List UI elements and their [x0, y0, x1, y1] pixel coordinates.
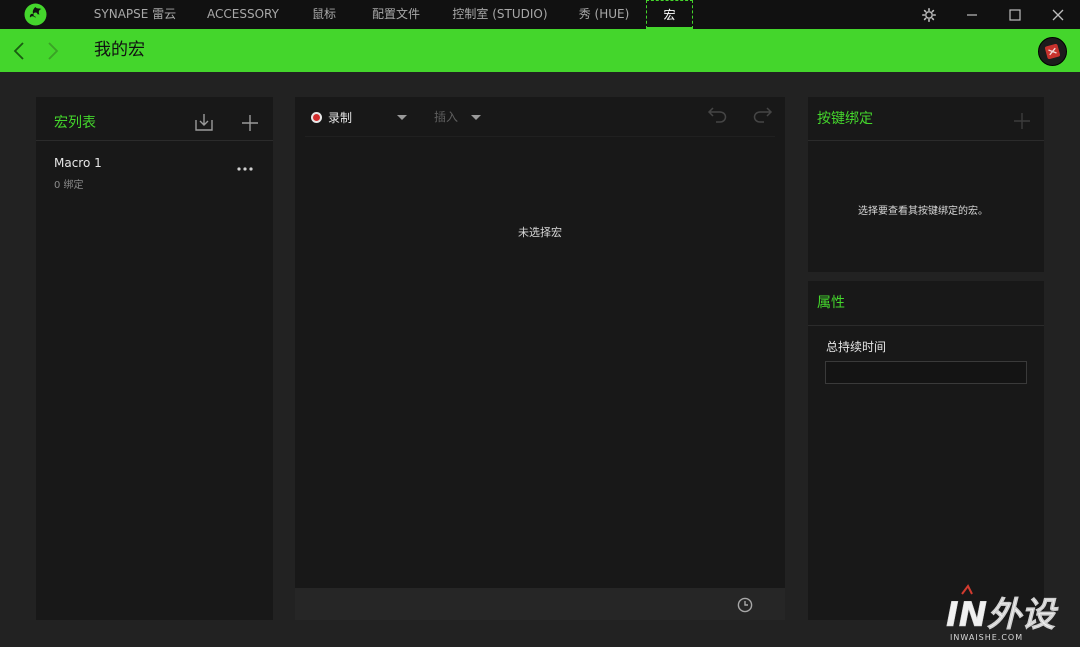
- forward-arrow-icon[interactable]: [40, 38, 66, 64]
- editor-toolbar: 录制 插入: [295, 97, 785, 137]
- key-binding-panel: 按键绑定 选择要查看其按键绑定的宏。: [808, 97, 1044, 272]
- page-title: 我的宏: [94, 40, 145, 60]
- title-bar: SYNAPSE 雷云 ACCESSORY 鼠标 配置文件 控制室 (STUDIO…: [0, 0, 1080, 29]
- tab-profiles[interactable]: 配置文件: [360, 0, 432, 29]
- tab-macro[interactable]: 宏: [646, 0, 693, 29]
- tab-synapse[interactable]: SYNAPSE 雷云: [82, 0, 188, 29]
- macro-list-title: 宏列表: [54, 115, 96, 131]
- insert-dropdown-icon[interactable]: [471, 115, 481, 120]
- macro-list-divider: [36, 140, 273, 141]
- svg-text:INWAISHE.COM: INWAISHE.COM: [950, 633, 1023, 642]
- record-label: 录制: [328, 110, 353, 125]
- user-avatar-icon: [1044, 43, 1061, 60]
- macro-item-name: Macro 1: [54, 156, 102, 170]
- macro-editor-panel: 录制 插入 未选择宏: [295, 97, 785, 588]
- editor-footer: [295, 588, 785, 620]
- no-macro-selected-text: 未选择宏: [518, 226, 562, 239]
- svg-text:IN外设: IN外设: [946, 595, 1059, 635]
- tab-studio[interactable]: 控制室 (STUDIO): [444, 0, 556, 29]
- properties-divider: [808, 325, 1044, 326]
- maximize-icon[interactable]: [993, 0, 1037, 29]
- tab-accessory[interactable]: ACCESSORY: [198, 0, 288, 29]
- more-options-icon[interactable]: [234, 161, 256, 177]
- minimize-icon[interactable]: [950, 0, 994, 29]
- tab-mouse[interactable]: 鼠标: [300, 0, 348, 29]
- import-icon[interactable]: [193, 111, 215, 133]
- razer-logo-icon[interactable]: [24, 3, 47, 26]
- editor-divider: [305, 136, 775, 137]
- close-icon[interactable]: [1036, 0, 1080, 29]
- add-macro-icon[interactable]: [239, 112, 261, 134]
- record-button[interactable]: 录制: [311, 106, 352, 128]
- record-dot-icon: [311, 111, 322, 123]
- tab-hue[interactable]: 秀 (HUE): [570, 0, 638, 29]
- settings-gear-icon[interactable]: [907, 0, 951, 29]
- properties-title: 属性: [817, 295, 845, 311]
- properties-panel: 属性 总持续时间: [808, 281, 1044, 620]
- page-header: 我的宏: [0, 29, 1080, 72]
- avatar[interactable]: [1038, 37, 1067, 66]
- key-binding-title: 按键绑定: [817, 111, 873, 127]
- add-binding-icon[interactable]: [1012, 111, 1032, 131]
- macro-list-panel: 宏列表 Macro 1 0 绑定: [36, 97, 273, 620]
- macro-item-bindings: 0 绑定: [54, 180, 84, 191]
- back-arrow-icon[interactable]: [6, 38, 32, 64]
- site-watermark: IN外设 INWAISHE.COM: [944, 584, 1074, 644]
- total-duration-label: 总持续时间: [826, 340, 887, 354]
- key-binding-message: 选择要查看其按键绑定的宏。: [858, 206, 988, 217]
- list-item[interactable]: Macro 1 0 绑定: [36, 147, 273, 193]
- undo-icon[interactable]: [705, 104, 729, 126]
- clock-icon[interactable]: [736, 596, 754, 614]
- insert-button[interactable]: 插入: [434, 106, 458, 128]
- record-dropdown-icon[interactable]: [397, 115, 407, 120]
- total-duration-field[interactable]: [825, 361, 1027, 384]
- key-binding-divider: [808, 140, 1044, 141]
- redo-icon[interactable]: [751, 104, 775, 126]
